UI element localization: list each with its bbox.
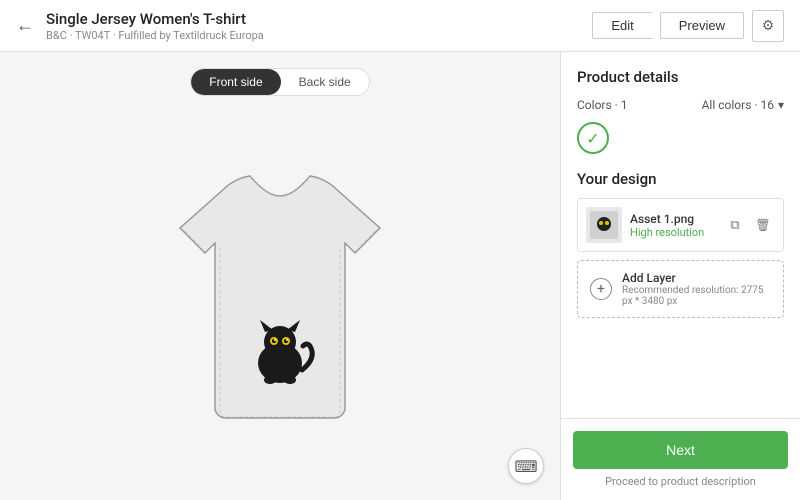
add-layer-label: Add Layer	[622, 271, 771, 285]
keyboard-icon: ⌨	[514, 457, 537, 476]
keyboard-button[interactable]: ⌨	[508, 448, 544, 484]
color-swatch-white[interactable]: ✓	[577, 122, 609, 154]
colors-label: Colors · 1	[577, 98, 628, 112]
color-swatch-row: ✓	[577, 122, 784, 154]
back-side-button[interactable]: Back side	[281, 69, 369, 95]
asset-actions: ⧉ 🗑	[723, 213, 775, 237]
header-title-block: Single Jersey Women's T-shirt B&C · TW04…	[46, 10, 592, 42]
right-footer: Next Proceed to product description	[561, 418, 800, 500]
asset-info: Asset 1.png High resolution	[630, 212, 715, 239]
tshirt-preview	[120, 138, 440, 458]
tshirt-area	[16, 112, 544, 484]
canvas-panel: Front side Back side	[0, 52, 560, 500]
right-content: Product details Colors · 1 All colors · …	[561, 52, 800, 418]
colors-row: Colors · 1 All colors · 16 ▾	[577, 98, 784, 112]
check-mark-icon: ✓	[586, 129, 599, 148]
settings-button[interactable]: ⚙	[752, 10, 784, 42]
trash-icon: 🗑	[755, 218, 770, 232]
main-layout: Front side Back side	[0, 52, 800, 500]
header: ← Single Jersey Women's T-shirt B&C · TW…	[0, 0, 800, 52]
proceed-text: Proceed to product description	[573, 475, 788, 488]
preview-button[interactable]: Preview	[660, 12, 744, 39]
asset-row: Asset 1.png High resolution ⧉ 🗑	[577, 198, 784, 252]
chevron-down-icon: ▾	[778, 98, 784, 112]
asset-quality: High resolution	[630, 226, 715, 239]
your-design-title: Your design	[577, 170, 784, 188]
gear-icon: ⚙	[762, 17, 775, 34]
edit-button[interactable]: Edit	[592, 12, 651, 39]
add-layer-text: Add Layer Recommended resolution: 2775 p…	[622, 271, 771, 307]
asset-thumb-icon	[590, 211, 618, 239]
page-title: Single Jersey Women's T-shirt	[46, 10, 592, 28]
back-button[interactable]: ←	[16, 15, 34, 36]
all-colors-link[interactable]: All colors · 16 ▾	[702, 98, 784, 112]
add-layer-sublabel: Recommended resolution: 2775 px * 3480 p…	[622, 285, 771, 307]
next-button[interactable]: Next	[573, 431, 788, 469]
page-subtitle: B&C · TW04T · Fulfilled by Textildruck E…	[46, 29, 592, 42]
header-actions: Edit Preview ⚙	[592, 10, 784, 42]
front-side-button[interactable]: Front side	[191, 69, 280, 95]
asset-name: Asset 1.png	[630, 212, 715, 226]
delete-asset-button[interactable]: 🗑	[751, 213, 775, 237]
all-colors-label: All colors · 16	[702, 98, 774, 112]
right-panel: Product details Colors · 1 All colors · …	[560, 52, 800, 500]
asset-thumbnail	[586, 207, 622, 243]
product-details-title: Product details	[577, 68, 784, 86]
copy-icon: ⧉	[730, 217, 739, 233]
add-layer-row[interactable]: + Add Layer Recommended resolution: 2775…	[577, 260, 784, 318]
copy-asset-button[interactable]: ⧉	[723, 213, 747, 237]
add-layer-plus-icon: +	[590, 278, 612, 300]
side-toggle: Front side Back side	[190, 68, 369, 96]
